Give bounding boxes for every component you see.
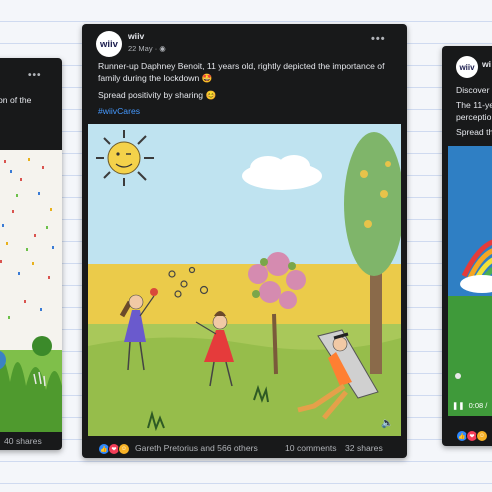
post-card-left: ••• on of the 40 shares: [0, 58, 62, 450]
haha-reaction-icon: ☺: [476, 430, 488, 442]
more-options-icon[interactable]: •••: [28, 70, 42, 81]
post-body-line1: Runner-up Daphney Benoit, 11 years old, …: [98, 61, 385, 83]
hashtag-link[interactable]: #wiivCares: [98, 105, 140, 117]
page-avatar[interactable]: wiiv: [456, 56, 478, 78]
child-drawing-family: [88, 124, 401, 436]
post-image[interactable]: [0, 150, 62, 432]
rainbow-drawing: [448, 146, 492, 416]
post-text-fragment-4: Spread th: [456, 127, 492, 137]
pause-icon[interactable]: ❚❚: [452, 401, 465, 410]
shares-count[interactable]: 40 shares: [4, 436, 42, 446]
more-options-icon[interactable]: •••: [371, 33, 386, 45]
post-card-right: wiiv wi Discover The 11-ye perceptio Spr…: [442, 46, 492, 446]
post-text-fragment-1: Discover: [456, 85, 490, 95]
reactions-summary[interactable]: Gareth Pretorius and 566 others: [135, 443, 258, 453]
star-struck-emoji: 🤩: [201, 73, 213, 83]
post-date[interactable]: 22 May · ◉: [128, 44, 166, 53]
page-name-fragment[interactable]: wi: [482, 58, 491, 70]
reaction-icons[interactable]: 👍 ❤ ☺: [98, 443, 130, 455]
shares-count[interactable]: 32 shares: [345, 443, 383, 453]
smile-emoji: 😊: [205, 90, 217, 100]
post-card-main: wiiv wiiv 22 May · ◉ ••• Runner-up Daphn…: [82, 24, 407, 458]
video-time: 0:08 /: [468, 401, 488, 410]
comments-count[interactable]: 10 comments: [285, 443, 337, 453]
post-text-fragment: on of the: [0, 95, 32, 105]
post-text-fragment-2: The 11-ye: [456, 100, 492, 110]
reaction-icons[interactable]: 👍 ❤ ☺: [456, 430, 488, 442]
volume-icon[interactable]: 🔈: [381, 418, 393, 430]
post-body-line2: Spread positivity by sharing 😊: [98, 90, 217, 100]
post-image[interactable]: 🔈: [88, 124, 401, 436]
post-video[interactable]: ❚❚ 0:08 /: [448, 146, 492, 416]
haha-reaction-icon: ☺: [118, 443, 130, 455]
page-avatar[interactable]: wiiv: [96, 31, 122, 57]
globe-icon: ◉: [159, 44, 166, 53]
post-text-fragment-3: perceptio: [456, 112, 492, 122]
page-name[interactable]: wiiv: [128, 30, 144, 42]
video-controls: ❚❚ 0:08 /: [452, 401, 487, 410]
confetti-drawing: [0, 158, 62, 432]
